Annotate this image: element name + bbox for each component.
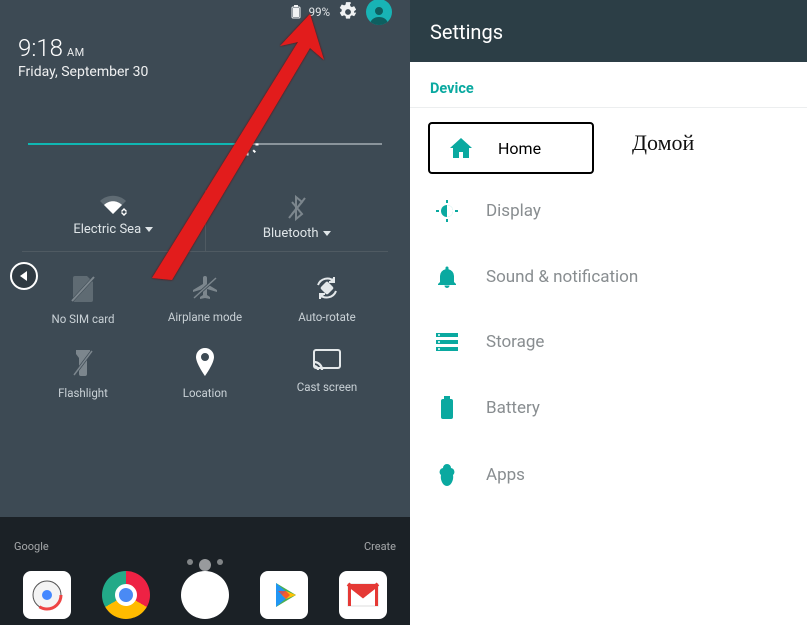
location-label: Location <box>183 386 228 400</box>
settings-item-label: Battery <box>486 398 540 418</box>
gear-icon[interactable] <box>338 2 358 22</box>
appbar: Settings <box>410 0 807 62</box>
google-hint: Google <box>14 540 49 553</box>
sim-label: No SIM card <box>51 312 114 326</box>
play-store-icon[interactable] <box>260 571 308 619</box>
settings-item-label: Storage <box>486 332 544 352</box>
bluetooth-tile[interactable]: Bluetooth <box>206 190 389 251</box>
battery-icon <box>291 5 301 19</box>
app-drawer-icon[interactable] <box>181 571 229 619</box>
settings-item-label: Display <box>486 201 541 221</box>
battery-icon <box>434 396 460 420</box>
settings-item-label: Home <box>498 139 541 158</box>
profile-avatar[interactable] <box>366 0 392 25</box>
settings-item-sound[interactable]: Sound & notification <box>410 244 807 310</box>
settings-item-label: Sound & notification <box>486 267 638 287</box>
wifi-tile[interactable]: Electric Sea <box>22 190 206 251</box>
settings-item-label: Apps <box>486 465 525 485</box>
settings-screen: Settings Device Home Домой Display Sound… <box>410 0 807 625</box>
flashlight-label: Flashlight <box>58 386 108 400</box>
settings-item-home[interactable]: Home <box>428 122 594 174</box>
location-tile[interactable]: Location <box>144 336 266 410</box>
browser-app-icon[interactable] <box>23 571 71 619</box>
bluetooth-label: Bluetooth <box>263 226 319 241</box>
wifi-label: Electric Sea <box>73 222 141 237</box>
wifi-icon <box>98 194 128 218</box>
annotation-home-ru: Домой <box>632 130 694 156</box>
gmail-app-icon[interactable] <box>339 571 387 619</box>
rotate-icon <box>313 274 341 302</box>
flashlight-icon <box>72 348 94 378</box>
quick-settings-panel: 99% 9:18 AM Friday, September 30 <box>0 0 410 625</box>
battery-text: 99% <box>309 5 330 19</box>
chrome-app-icon[interactable] <box>102 571 150 619</box>
settings-item-apps[interactable]: Apps <box>410 442 807 508</box>
chevron-down-icon <box>145 227 153 232</box>
create-hint: Create <box>364 540 396 553</box>
section-header-device: Device <box>410 62 807 108</box>
page-indicator <box>0 559 410 571</box>
brightness-icon[interactable] <box>234 131 261 158</box>
home-screen-dimmed: Google Create <box>0 517 410 625</box>
home-icon <box>450 138 472 158</box>
apps-icon <box>434 464 460 486</box>
shade-header: 9:18 AM Friday, September 30 <box>0 24 410 94</box>
appbar-title: Settings <box>430 20 503 44</box>
rotate-tile[interactable]: Auto-rotate <box>266 262 388 336</box>
sim-tile[interactable]: No SIM card <box>22 262 144 336</box>
cast-label: Cast screen <box>297 380 358 394</box>
cast-tile[interactable]: Cast screen <box>266 336 388 410</box>
location-icon <box>194 348 216 378</box>
sim-icon <box>70 274 96 304</box>
airplane-label: Airplane mode <box>168 310 242 324</box>
bluetooth-icon <box>287 194 307 222</box>
settings-item-battery[interactable]: Battery <box>410 374 807 442</box>
bell-icon <box>434 266 460 288</box>
status-bar: 99% <box>0 0 410 24</box>
settings-item-storage[interactable]: Storage <box>410 310 807 374</box>
settings-item-display[interactable]: Display <box>410 178 807 244</box>
clock-date: Friday, September 30 <box>18 64 392 80</box>
brightness-slider[interactable] <box>28 124 382 164</box>
clock-time: 9:18 <box>18 34 63 62</box>
chevron-down-icon <box>323 231 331 236</box>
storage-icon <box>434 333 460 351</box>
display-icon <box>434 200 460 222</box>
rotate-label: Auto-rotate <box>298 310 355 324</box>
clock-ampm: AM <box>67 46 85 59</box>
dock <box>8 571 402 619</box>
flashlight-tile[interactable]: Flashlight <box>22 336 144 410</box>
airplane-tile[interactable]: Airplane mode <box>144 262 266 336</box>
cast-icon <box>312 348 342 372</box>
airplane-icon <box>191 274 219 302</box>
